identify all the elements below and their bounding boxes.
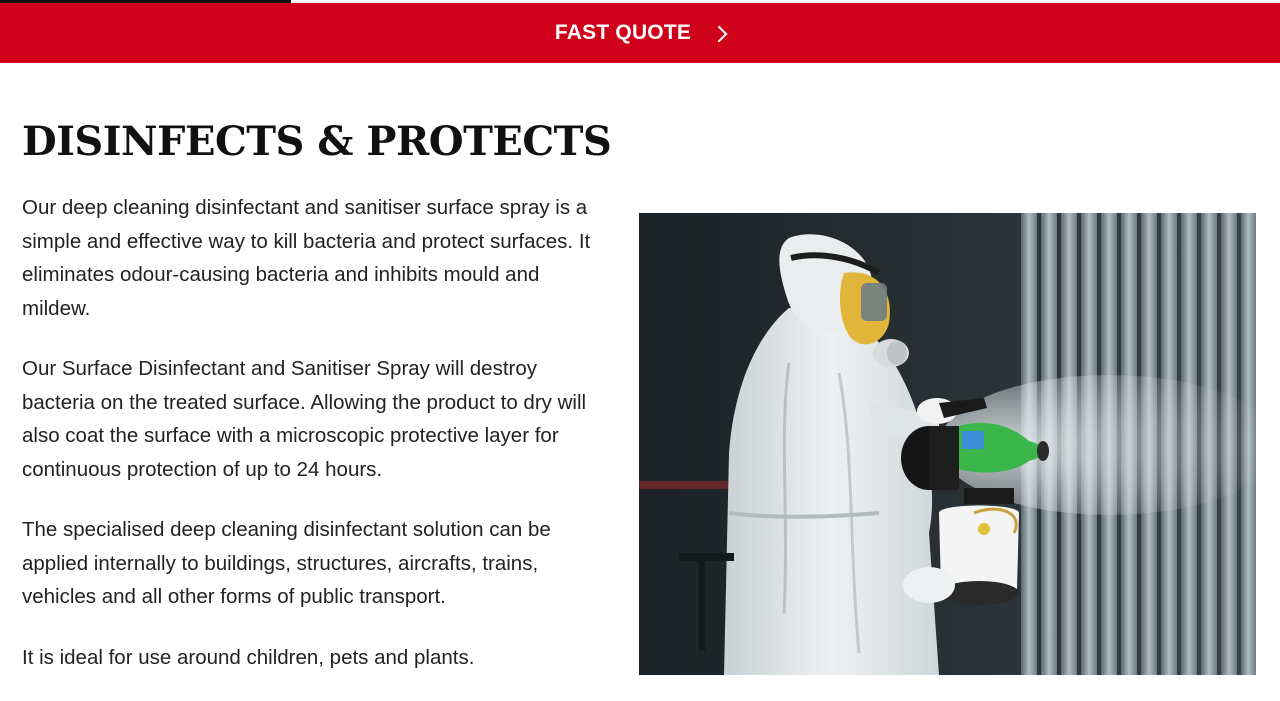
chevron-right-icon [710,25,728,42]
fast-quote-button[interactable]: FAST QUOTE [0,3,1280,63]
paragraph: The specialised deep cleaning disinfecta… [22,518,551,608]
paragraph: Our Surface Disinfectant and Sanitiser S… [22,357,587,481]
section-heading: DISINFECTS & PROTECTS [22,118,612,165]
fast-quote-label: FAST QUOTE [554,21,692,44]
paragraph: Our deep cleaning disinfectant and sanit… [22,196,591,320]
section-body: Our deep cleaning disinfectant and sanit… [22,191,612,701]
disinfection-worker-photo [639,213,1256,675]
paragraph: It is ideal for use around children, pet… [22,645,475,669]
